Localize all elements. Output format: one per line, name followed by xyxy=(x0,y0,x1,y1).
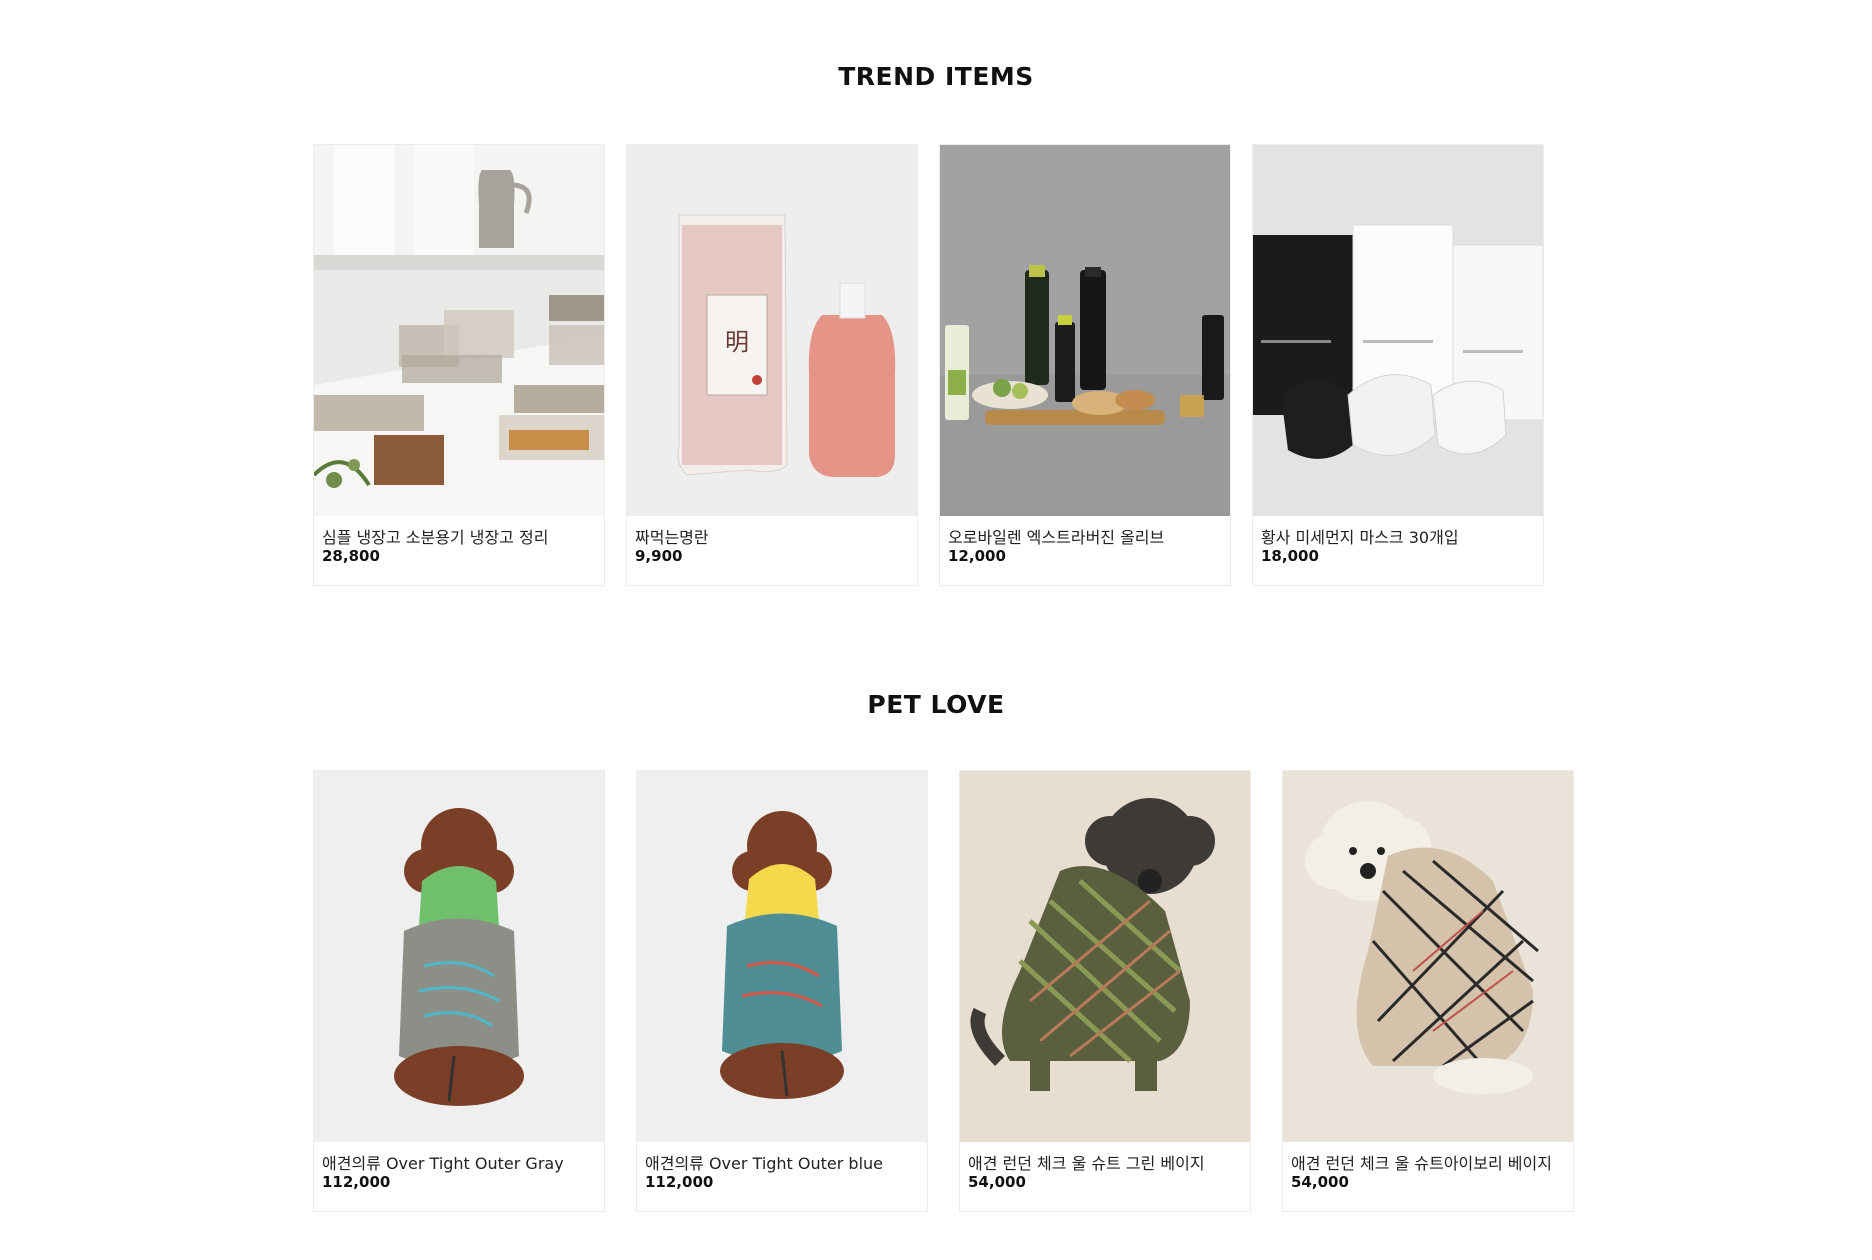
product-card[interactable]: 애견의류 Over Tight Outer blue 112,000 xyxy=(636,770,928,1212)
section-title-pet-love: PET LOVE xyxy=(867,690,1005,719)
product-image-dog-ivory-check-suit[interactable] xyxy=(1283,771,1573,1142)
product-card[interactable]: 애견 런던 체크 울 슈트아이보리 베이지 54,000 xyxy=(1282,770,1574,1212)
product-price: 54,000 xyxy=(968,1173,1026,1191)
product-image-face-mask[interactable] xyxy=(1253,145,1543,516)
product-price: 28,800 xyxy=(322,547,380,565)
product-name[interactable]: 심플 냉장고 소분용기 냉장고 정리 xyxy=(322,524,598,548)
product-card[interactable]: 애견 런던 체크 울 슈트 그린 베이지 54,000 xyxy=(959,770,1251,1212)
product-name[interactable]: 애견 런던 체크 울 슈트아이보리 베이지 xyxy=(1291,1150,1567,1174)
product-card[interactable]: 오로바일렌 엑스트라버진 올리브 12,000 xyxy=(939,144,1231,586)
product-price: 18,000 xyxy=(1261,547,1319,565)
product-image-myeongran[interactable]: 明 xyxy=(627,145,917,516)
svg-text:明: 明 xyxy=(725,328,749,356)
product-card[interactable]: 明 짜먹는명란 9,900 xyxy=(626,144,918,586)
product-image-dog-gray-jacket[interactable] xyxy=(314,771,604,1142)
product-name[interactable]: 애견 런던 체크 울 슈트 그린 베이지 xyxy=(968,1150,1244,1174)
product-card[interactable]: 애견의류 Over Tight Outer Gray 112,000 xyxy=(313,770,605,1212)
section-title-trend-items: TREND ITEMS xyxy=(838,62,1034,91)
product-image-dog-blue-jacket[interactable] xyxy=(637,771,927,1142)
product-price: 112,000 xyxy=(322,1173,391,1191)
product-image-olive-oil[interactable] xyxy=(940,145,1230,516)
product-image-kitchen-containers[interactable] xyxy=(314,145,604,516)
product-image-dog-green-check-suit[interactable] xyxy=(960,771,1250,1142)
product-card[interactable]: 황사 미세먼지 마스크 30개입 18,000 xyxy=(1252,144,1544,586)
product-price: 112,000 xyxy=(645,1173,714,1191)
product-card[interactable]: 심플 냉장고 소분용기 냉장고 정리 28,800 xyxy=(313,144,605,586)
product-price: 9,900 xyxy=(635,547,683,565)
product-price: 12,000 xyxy=(948,547,1006,565)
product-name[interactable]: 짜먹는명란 xyxy=(635,524,911,548)
product-name[interactable]: 애견의류 Over Tight Outer blue xyxy=(645,1150,921,1174)
product-name[interactable]: 애견의류 Over Tight Outer Gray xyxy=(322,1150,598,1174)
product-name[interactable]: 황사 미세먼지 마스크 30개입 xyxy=(1261,524,1537,548)
product-name[interactable]: 오로바일렌 엑스트라버진 올리브 xyxy=(948,524,1224,548)
product-price: 54,000 xyxy=(1291,1173,1349,1191)
